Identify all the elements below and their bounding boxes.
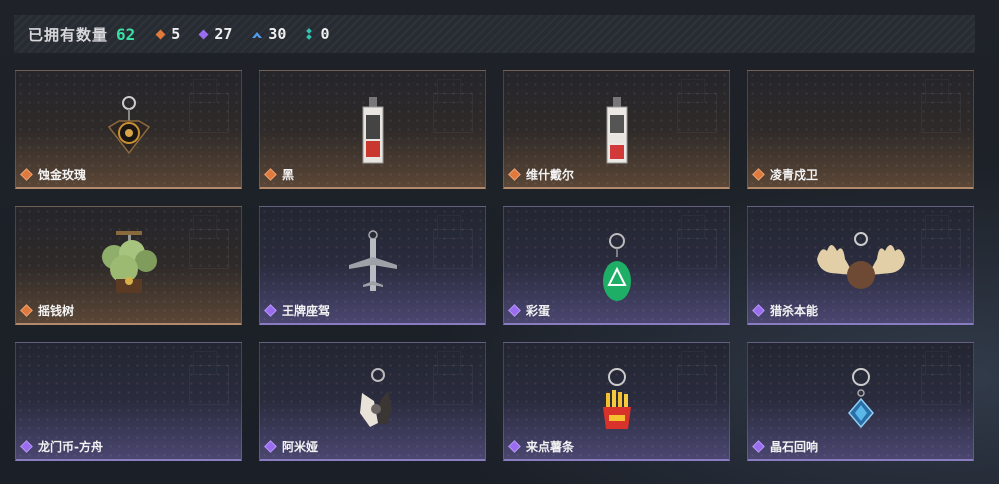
- charm-card[interactable]: 晶石回响: [747, 342, 974, 461]
- stat-teal-value: 0: [320, 25, 330, 43]
- jet-charm-icon: [348, 230, 397, 291]
- charm-name: 来点薯条: [526, 440, 575, 454]
- purple-diamond-icon: [264, 440, 277, 453]
- charm-card[interactable]: 阿米娅: [259, 342, 486, 461]
- fries-charm-icon: [602, 368, 631, 429]
- purple-diamond-icon: [752, 440, 765, 453]
- owned-count-bar: 已拥有数量 62 5 27 30 0: [14, 15, 975, 53]
- antler-charm-icon: [816, 232, 905, 289]
- charm-name: 龙门币-方舟: [38, 440, 103, 454]
- orange-diamond-icon: [264, 168, 277, 181]
- charm-card[interactable]: 王牌座驾: [259, 206, 486, 325]
- charm-card[interactable]: 维什戴尔: [503, 70, 730, 189]
- charm-card[interactable]: 龙门币-方舟: [15, 342, 242, 461]
- owned-count-title: 已拥有数量: [28, 25, 109, 44]
- charm-name: 黑: [282, 168, 295, 182]
- charm-name: 维什戴尔: [526, 168, 575, 182]
- charm-name: 阿米娅: [282, 440, 319, 454]
- charm-card[interactable]: 黑: [259, 70, 486, 189]
- orange-diamond-icon: [508, 168, 521, 181]
- stat-orange: 5: [155, 25, 181, 43]
- blue-chevron-icon: [252, 32, 263, 38]
- charm-card[interactable]: 彩蛋: [503, 206, 730, 325]
- stat-purple: 27: [198, 25, 233, 43]
- stat-blue: 30: [252, 25, 286, 43]
- orange-diamond-icon: [20, 304, 33, 317]
- orange-diamond-icon: [752, 168, 765, 181]
- charm-card[interactable]: 蚀金玫瑰: [15, 70, 242, 189]
- purple-diamond-icon: [508, 440, 521, 453]
- stat-teal: 0: [306, 25, 329, 43]
- egg-charm-icon: [602, 233, 631, 301]
- purple-diamond-icon: [264, 304, 277, 317]
- tag-charm-red-icon: [606, 97, 627, 164]
- bunny-charm-icon: [359, 368, 392, 427]
- charm-name: 蚀金玫瑰: [38, 168, 87, 182]
- orange-diamond-icon: [155, 29, 166, 39]
- tree-charm-icon: [101, 231, 157, 293]
- charm-card[interactable]: 来点薯条: [503, 342, 730, 461]
- charm-card[interactable]: 摇钱树: [15, 206, 242, 325]
- charm-name: 彩蛋: [526, 304, 551, 318]
- charm-name: 凌青戍卫: [770, 168, 819, 182]
- crystal-charm-icon: [847, 368, 874, 429]
- stat-orange-value: 5: [171, 25, 181, 43]
- orange-diamond-icon: [20, 168, 33, 181]
- charm-name: 猎杀本能: [770, 304, 819, 318]
- purple-diamond-icon: [198, 29, 209, 39]
- charm-name: 晶石回响: [770, 440, 819, 454]
- charm-name: 摇钱树: [38, 304, 75, 318]
- teal-dots-icon: [306, 28, 313, 40]
- charm-name: 王牌座驾: [282, 304, 331, 318]
- charm-card[interactable]: 猎杀本能: [747, 206, 974, 325]
- purple-diamond-icon: [508, 304, 521, 317]
- tag-charm-icon: [362, 97, 383, 164]
- purple-diamond-icon: [20, 440, 33, 453]
- purple-diamond-icon: [752, 304, 765, 317]
- charm-card[interactable]: 凌青戍卫: [747, 70, 974, 189]
- rose-charm-icon: [107, 96, 150, 155]
- stat-purple-value: 27: [214, 25, 233, 43]
- stat-blue-value: 30: [268, 25, 287, 43]
- owned-count-value: 62: [116, 24, 136, 44]
